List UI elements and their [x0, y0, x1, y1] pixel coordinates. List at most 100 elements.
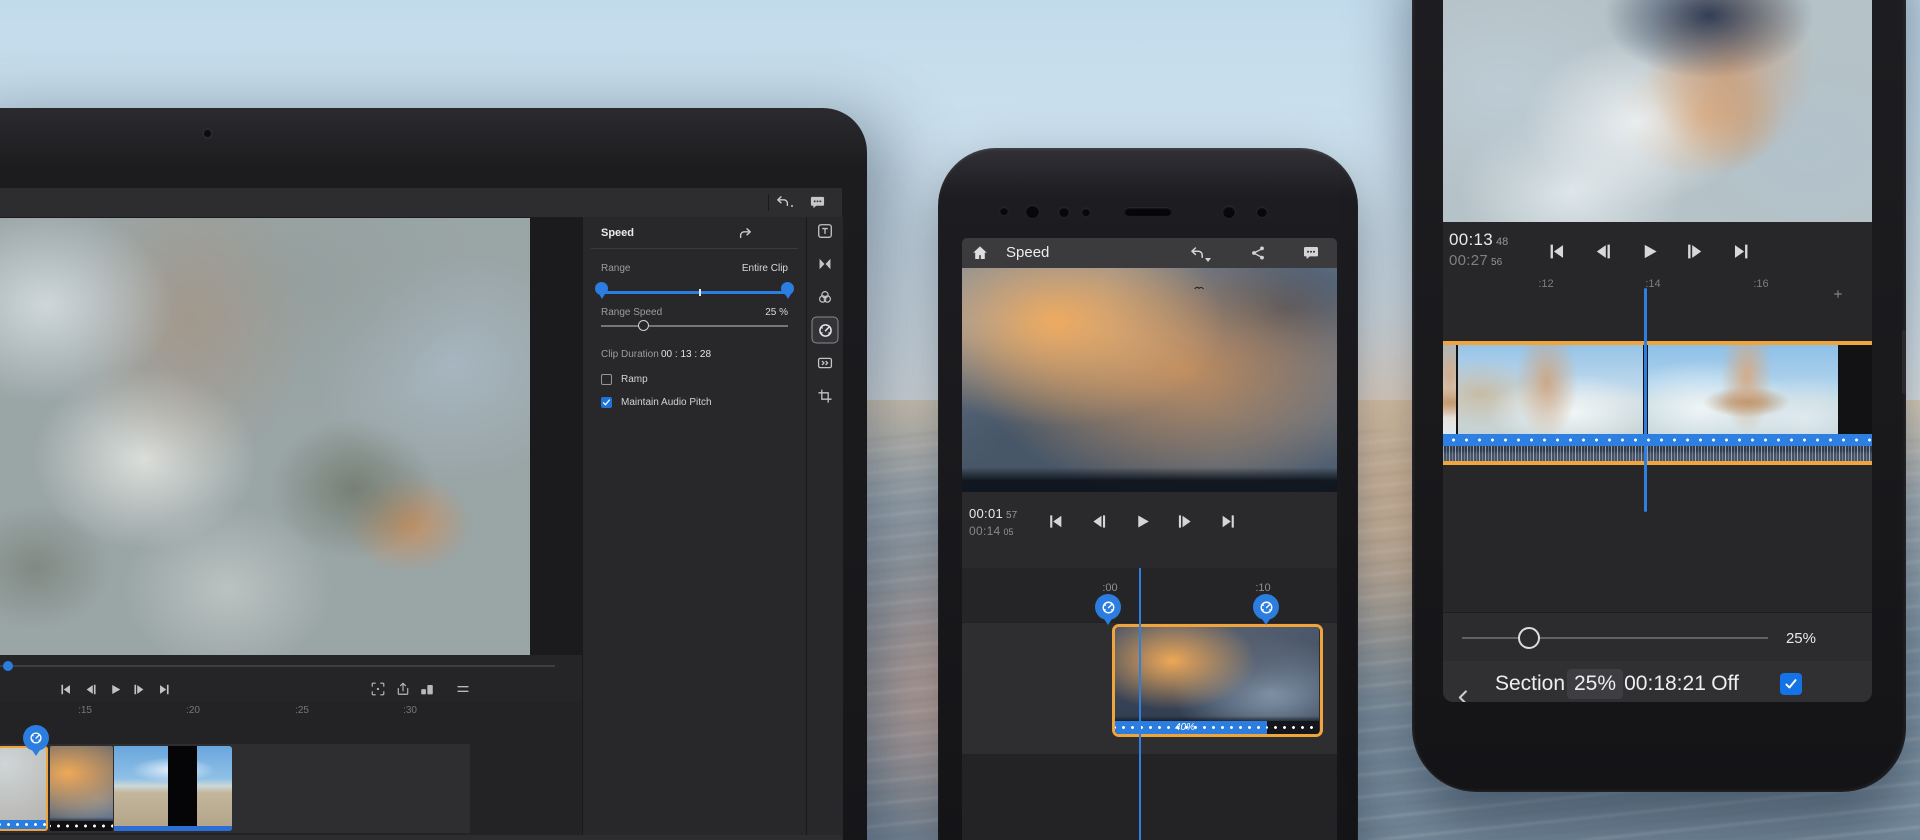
speed-badge-gauge-icon[interactable] [1253, 594, 1279, 620]
timecode-current: 00:13 48 [1449, 230, 1508, 250]
comment-icon[interactable] [810, 195, 825, 210]
ramp-checkbox[interactable] [601, 374, 612, 385]
step-forward-icon[interactable] [1686, 242, 1705, 261]
clip-filmstrip-bar [50, 821, 113, 831]
undo-icon[interactable] [1189, 245, 1205, 261]
skip-end-icon[interactable] [1220, 513, 1237, 530]
playhead[interactable] [1139, 568, 1141, 840]
phone-speaker [1124, 207, 1172, 216]
tablet-camera [204, 130, 211, 137]
bird-silhouette [1194, 284, 1206, 292]
title-icon[interactable] [818, 224, 833, 239]
right-phone-device: 00:13 48 00:27 56 :12 :14 :16 25% Sectio… [1412, 0, 1906, 792]
control-range[interactable]: Section Range [1495, 661, 1565, 702]
speed-slider-value: 25% [1785, 630, 1816, 647]
quality-icon[interactable] [420, 682, 434, 696]
speed-slider-track[interactable] [1462, 637, 1768, 639]
play-icon[interactable] [1134, 513, 1151, 530]
play-icon[interactable] [109, 683, 122, 696]
undo-caret [1205, 258, 1211, 262]
tablet-timeline[interactable] [0, 722, 582, 840]
panel-divider [591, 248, 798, 249]
phone-timeline-lower [962, 755, 1337, 840]
control-label: Maintain Pitch [1760, 701, 1822, 702]
fullscreen-icon[interactable] [371, 682, 385, 696]
step-back-icon[interactable] [1090, 513, 1107, 530]
phone-sensor [1257, 207, 1267, 217]
range-slider-handle-end[interactable] [781, 282, 794, 295]
range-slider-midtick [699, 289, 701, 296]
clip-thumbnail [1443, 345, 1456, 434]
timecode-total: 00:14 05 [969, 522, 1014, 540]
control-range-speed[interactable]: 25% Range Speed [1560, 661, 1630, 702]
clip-thumbnail-row [1443, 345, 1872, 434]
clip-thumbnail [1458, 345, 1643, 434]
menu-icon[interactable] [456, 682, 470, 696]
timecode-total: 00:27 56 [1449, 252, 1502, 270]
control-clip-duration[interactable]: 00:18:21 Clip Duration [1624, 661, 1706, 702]
clip-duration-value: 00 : 13 : 28 [661, 349, 712, 360]
tablet-timeline-ruler[interactable]: :15 :20 :25 :30 [0, 702, 582, 722]
range-label: Range [601, 263, 631, 274]
skip-start-icon[interactable] [59, 683, 72, 696]
step-forward-icon[interactable] [1177, 513, 1194, 530]
step-forward-icon[interactable] [133, 683, 146, 696]
speed-slider-handle[interactable] [638, 320, 649, 331]
scrubber-track[interactable] [0, 665, 555, 667]
transition-icon[interactable] [818, 257, 833, 272]
skip-end-icon[interactable] [1732, 242, 1751, 261]
step-back-icon[interactable] [84, 683, 97, 696]
crop-icon[interactable] [818, 389, 833, 404]
speed-badge-gauge-icon[interactable] [1095, 594, 1121, 620]
clip-audio-row: 40% [1115, 721, 1319, 734]
speed-effects-icon[interactable] [817, 355, 833, 371]
home-icon[interactable] [972, 245, 988, 261]
back-chevron-icon[interactable] [1455, 689, 1472, 702]
step-back-icon[interactable] [1593, 242, 1612, 261]
maintain-pitch-checkbox[interactable] [601, 397, 612, 408]
scrubber-handle[interactable] [3, 661, 13, 671]
control-maintain-pitch[interactable]: Maintain Pitch [1758, 661, 1824, 702]
clip-filmstrip-bar [1443, 434, 1872, 446]
skip-end-icon[interactable] [158, 683, 171, 696]
skip-start-icon[interactable] [1547, 242, 1566, 261]
skip-start-icon[interactable] [1047, 513, 1064, 530]
phone-video-preview[interactable] [962, 268, 1337, 492]
play-icon[interactable] [1640, 242, 1659, 261]
speed-slider-panel: 25% [1443, 612, 1872, 661]
clip-audio-overflow [1267, 721, 1319, 734]
maintain-pitch-checkbox[interactable] [1780, 673, 1802, 695]
speed-controls-bar: Section Range 25% Range Speed 00:18:21 C… [1443, 661, 1872, 702]
share-icon[interactable] [1250, 245, 1266, 261]
playhead[interactable] [1644, 288, 1647, 512]
add-icon[interactable] [1832, 288, 1844, 300]
right-phone-screen: 00:13 48 00:27 56 :12 :14 :16 25% Sectio… [1443, 0, 1872, 702]
speed-slider-track[interactable] [601, 325, 788, 327]
undo-icon[interactable] [775, 194, 790, 209]
reset-icon[interactable] [738, 226, 753, 241]
color-wheel-icon[interactable] [817, 289, 833, 305]
export-icon[interactable] [396, 682, 410, 696]
control-ramp[interactable]: Off Ramp [1695, 661, 1755, 702]
panel-title: Speed [601, 227, 635, 239]
timeline-clip[interactable] [50, 746, 113, 831]
phone-timeline-clip-selected[interactable] [1443, 341, 1872, 465]
ruler-tick-label: :10 [1255, 582, 1271, 594]
timecode-current-value: 00:01 [969, 506, 1004, 521]
range-slider-handle-start[interactable] [595, 282, 608, 295]
tablet-video-preview[interactable] [0, 218, 530, 655]
toolbar-divider [768, 194, 769, 211]
speed-slider-handle[interactable] [1518, 627, 1540, 649]
tablet-screen: :15 :20 :25 :30 Speed Range Entire Clip … [0, 188, 843, 840]
phone-timeline-clip-selected[interactable]: 40% [1112, 624, 1323, 737]
comment-icon[interactable] [1303, 245, 1319, 261]
timeline-clip-selected[interactable] [0, 746, 48, 831]
phone-video-preview[interactable] [1443, 0, 1872, 222]
timecode-current-value: 00:13 [1449, 230, 1494, 249]
timeline-clip[interactable] [114, 746, 232, 831]
phone-timeline-ruler[interactable]: :00 :10 [962, 568, 1337, 622]
speed-gauge-icon-selected[interactable] [811, 316, 839, 344]
phone-camera [1026, 205, 1039, 218]
range-slider-track[interactable] [601, 291, 788, 294]
speed-badge-gauge-icon[interactable] [23, 725, 49, 751]
